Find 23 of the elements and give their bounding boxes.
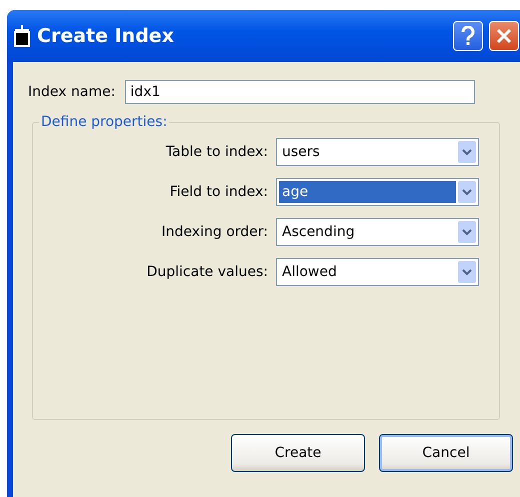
help-button[interactable] <box>453 21 483 51</box>
dialog-button[interactable]: Cancel <box>379 434 513 472</box>
dropdown[interactable]: Ascending <box>276 218 479 246</box>
index-name-label: Index name: <box>28 84 116 100</box>
dropdown-value: age <box>279 181 456 203</box>
help-icon <box>461 26 475 46</box>
field-label: Duplicate values: <box>146 264 268 280</box>
dialog-button[interactable]: Create <box>231 434 365 472</box>
field-label: Field to index: <box>170 184 268 200</box>
dropdown[interactable]: Allowed <box>276 258 479 286</box>
group-title: Define properties: <box>40 114 168 130</box>
field-label: Table to index: <box>166 144 268 160</box>
dropdown[interactable]: users <box>276 138 479 166</box>
index-name-field[interactable]: idx1 <box>125 80 476 104</box>
close-icon <box>496 28 512 44</box>
window-title: Create Index <box>37 25 174 47</box>
dropdown-value: users <box>281 143 321 162</box>
close-button[interactable] <box>489 21 519 51</box>
dropdown-value: Allowed <box>281 263 338 282</box>
field-label: Indexing order: <box>162 224 268 240</box>
dropdown-value: Ascending <box>281 223 356 242</box>
window-icon <box>13 25 31 47</box>
dropdown[interactable]: age <box>276 178 479 206</box>
